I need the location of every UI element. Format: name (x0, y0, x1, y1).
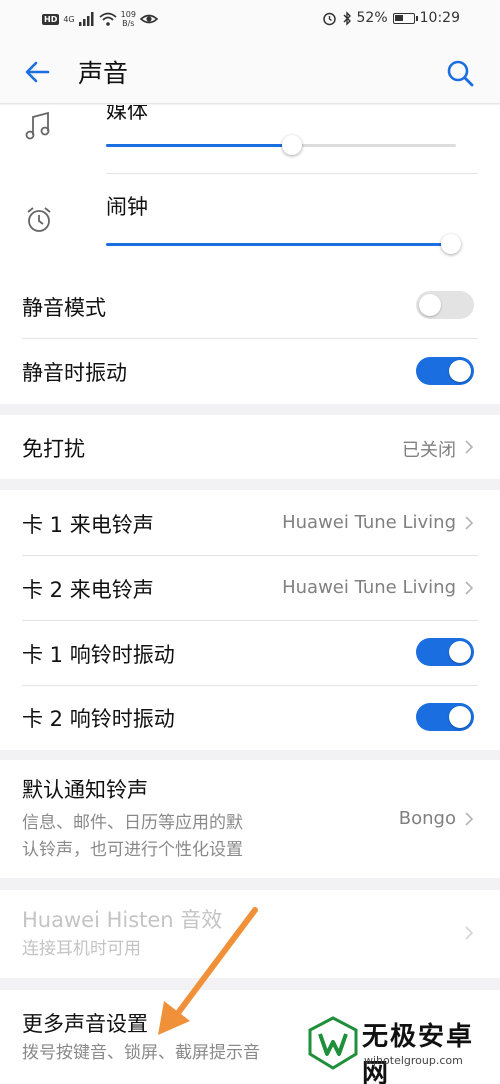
battery-percent: 52% (356, 10, 388, 26)
sim2-vibrate-row[interactable]: 卡 2 响铃时振动 (0, 685, 500, 750)
status-bar: HD 4G 109 B/s 52% 10:29 (0, 0, 500, 40)
notification-label: 默认通知铃声 (22, 778, 148, 802)
search-icon[interactable] (444, 57, 476, 89)
hd-badge: HD (42, 13, 60, 25)
alarm-volume-slider[interactable] (106, 234, 461, 254)
toggle-knob (449, 641, 471, 663)
watermark-name: 无极安卓网 (362, 1022, 475, 1084)
alarm-icon (322, 12, 336, 25)
vibrate-silent-row[interactable]: 静音时振动 (0, 338, 500, 404)
histen-desc: 连接耳机时可用 (22, 939, 141, 959)
sim1-ringtone-value: Huawei Tune Living (282, 512, 456, 533)
sim1-vibrate-toggle[interactable] (416, 638, 474, 666)
wifi-icon (99, 12, 117, 26)
sim1-vibrate-label: 卡 1 响铃时振动 (22, 643, 175, 667)
bluetooth-icon (343, 10, 351, 26)
status-right: 52% 10:29 (322, 10, 460, 26)
arrow-left-icon[interactable] (22, 56, 54, 88)
notification-desc-line2: 认铃声，也可进行个性化设置 (22, 840, 243, 860)
clock: 10:29 (419, 10, 460, 26)
eye-icon (139, 14, 158, 24)
vibrate-silent-toggle[interactable] (416, 357, 474, 385)
silent-mode-row[interactable]: 静音模式 (0, 272, 500, 338)
chevron-right-icon (465, 440, 474, 454)
toggle-knob (419, 294, 441, 316)
silent-mode-toggle[interactable] (416, 291, 474, 319)
silent-group: 静音模式 静音时振动 (0, 272, 500, 404)
net-speed: 109 B/s (120, 10, 136, 28)
battery-icon (392, 12, 418, 24)
chevron-right-icon (465, 581, 474, 595)
sim2-ringtone-value: Huawei Tune Living (282, 577, 456, 598)
app-header: 声音 (0, 40, 500, 104)
music-note-icon (25, 111, 50, 140)
vibrate-silent-label: 静音时振动 (22, 361, 127, 385)
chevron-right-icon (465, 516, 474, 530)
slider-fill (106, 243, 451, 246)
media-volume-label: 媒体 (106, 105, 148, 123)
sim1-vibrate-row[interactable]: 卡 1 响铃时振动 (0, 620, 500, 685)
slider-fill (106, 144, 292, 147)
sim1-ringtone-label: 卡 1 来电铃声 (22, 513, 154, 537)
status-left: HD 4G 109 B/s (42, 10, 158, 28)
sim2-ringtone-label: 卡 2 来电铃声 (22, 578, 154, 602)
volume-group: 媒体 闹钟 (0, 105, 500, 272)
media-volume-slider[interactable] (106, 135, 456, 155)
notification-desc-line1: 信息、邮件、日历等应用的默 (22, 813, 243, 833)
sim1-ringtone-row[interactable]: 卡 1 来电铃声 Huawei Tune Living (0, 490, 500, 555)
notification-ringtone-row[interactable]: 默认通知铃声 信息、邮件、日历等应用的默 认铃声，也可进行个性化设置 Bongo (0, 760, 500, 878)
more-sound-label: 更多声音设置 (22, 1012, 148, 1036)
notification-value: Bongo (398, 808, 456, 829)
watermark-logo-icon (308, 1016, 358, 1070)
dnd-value: 已关闭 (402, 440, 456, 461)
sim2-ringtone-row[interactable]: 卡 2 来电铃声 Huawei Tune Living (0, 555, 500, 620)
toggle-knob (449, 360, 471, 382)
page-title: 声音 (78, 59, 129, 88)
divider (106, 173, 478, 174)
watermark-url: wjhotelgroup.com (364, 1054, 463, 1067)
watermark: 无极安卓网 wjhotelgroup.com (304, 1010, 494, 1084)
signal-icon (78, 12, 94, 26)
toggle-knob (449, 706, 471, 728)
chevron-right-icon (465, 812, 474, 826)
notification-group: 默认通知铃声 信息、邮件、日历等应用的默 认铃声，也可进行个性化设置 Bongo (0, 760, 500, 878)
alarm-volume-label: 闹钟 (106, 195, 148, 219)
silent-mode-label: 静音模式 (22, 296, 106, 320)
ringtone-group: 卡 1 来电铃声 Huawei Tune Living 卡 2 来电铃声 Hua… (0, 490, 500, 750)
chevron-right-icon (465, 926, 474, 940)
battery-fill (394, 14, 404, 21)
sim2-vibrate-toggle[interactable] (416, 703, 474, 731)
network-type: 4G (63, 14, 75, 24)
dnd-group: 免打扰 已关闭 (0, 415, 500, 479)
alarm-clock-icon (27, 207, 51, 232)
dnd-row[interactable]: 免打扰 已关闭 (0, 415, 500, 479)
slider-thumb[interactable] (281, 135, 302, 155)
sim2-vibrate-label: 卡 2 响铃时振动 (22, 707, 175, 731)
slider-thumb[interactable] (440, 234, 461, 254)
orange-arrow-annotation (158, 907, 258, 1035)
dnd-label: 免打扰 (22, 437, 85, 461)
more-sound-desc: 拨号按键音、锁屏、截屏提示音 (22, 1043, 260, 1063)
